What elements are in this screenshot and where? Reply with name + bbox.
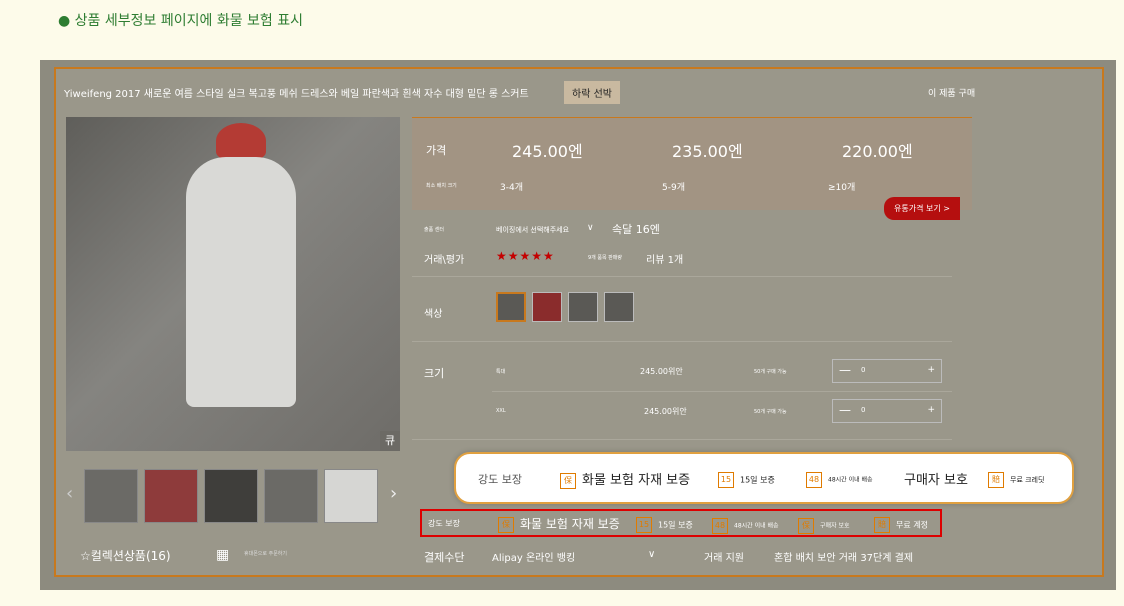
price-tier-3: 220.00엔 (842, 142, 913, 161)
thumbnail-5[interactable] (324, 469, 378, 523)
insurance-badge-icon: 保 (560, 472, 576, 489)
guarantee-48h-delivery[interactable]: 48 48시간 이내 배송 (712, 518, 779, 534)
plus-icon[interactable]: + (927, 365, 935, 375)
price-label: 가격 (426, 144, 447, 157)
callout-buyer-protection: 구매자 보호 (904, 473, 968, 488)
buy-product-link[interactable]: 이 제품 구매 (928, 86, 975, 99)
size-name-2: XXL (496, 408, 506, 414)
guarantee-callout: 강도 보장 保 화물 보험 자재 보증 15 15일 보증 48 48시간 이내 배송… (454, 452, 1074, 504)
size-avail-1: 50개 구매 가능 (754, 369, 787, 375)
quantity-stepper-2[interactable]: — 0 + (832, 399, 942, 423)
guarantee-label: 강도 보장 (428, 519, 460, 528)
thumb-next-arrow-icon[interactable]: › (390, 483, 397, 504)
callout-cargo-insurance: 保 화물 보험 자재 보증 (560, 469, 690, 489)
chevron-down-icon[interactable]: ∨ (587, 223, 594, 233)
color-swatch-2[interactable] (532, 292, 562, 322)
divider (412, 341, 952, 342)
size-price-2: 245.00위안 (644, 407, 687, 416)
shipping-speed: 속달 16엔 (612, 223, 660, 236)
insurance-badge-icon: 保 (498, 516, 514, 533)
callout-label: 강도 보장 (478, 473, 522, 486)
price-panel: 가격 245.00엔 235.00엔 220.00엔 최소 배치 크기 3-4개… (412, 117, 972, 210)
color-label: 색상 (424, 309, 443, 320)
star-rating-icon: ★★★★★ (496, 249, 555, 263)
quantity-stepper-1[interactable]: — 0 + (832, 359, 942, 383)
payment-info: 혼합 배치 보안 거래 37단계 결제 (774, 553, 914, 564)
payment-label: 결제수단 (424, 551, 465, 564)
divider (412, 439, 952, 440)
guarantee-cargo-insurance[interactable]: 保 화물 보험 자재 보증 (498, 515, 620, 533)
quantity-value[interactable]: 0 (861, 366, 865, 374)
min-batch-label: 최소 배치 크기 (426, 183, 457, 189)
rating-label: 거래\평가 (424, 255, 465, 266)
thumbnail-3[interactable] (204, 469, 258, 523)
price-tier-1: 245.00엔 (512, 142, 583, 161)
price-tier-2: 235.00엔 (672, 142, 743, 161)
callout-15-day: 15 15일 보증 (718, 472, 775, 488)
48h-badge-icon: 48 (806, 472, 822, 488)
color-swatches (496, 292, 640, 326)
wholesale-price-button[interactable]: 유통가격 보기 > (884, 197, 960, 220)
48h-badge-icon: 48 (712, 518, 728, 534)
zoom-icon[interactable]: 큐 (380, 431, 400, 451)
page-caption: ● 상품 세부정보 페이지에 화물 보험 표시 (58, 13, 303, 29)
callout-free-credit: 賠 무료 크레딧 (988, 472, 1044, 488)
qty-tier-3: ≥10개 (828, 183, 856, 193)
divider (492, 391, 952, 392)
color-swatch-3[interactable] (568, 292, 598, 322)
guarantee-free-account[interactable]: 賠 무료 계정 (874, 517, 928, 533)
ship-from-select[interactable]: 베이징에서 선택해주세요 (496, 225, 569, 235)
qr-code-icon[interactable]: ▦ (216, 547, 229, 563)
compensation-badge-icon: 賠 (874, 517, 890, 533)
dress-shape (186, 157, 296, 407)
size-name-1: 특대 (496, 369, 506, 375)
guarantee-row-highlighted: 강도 보장 保 화물 보험 자재 보증 15 15일 보증 48 48시간 이내 배송… (420, 509, 942, 537)
hat-shape (216, 123, 266, 159)
collection-link[interactable]: ☆컬렉션상품(16) (80, 547, 171, 564)
divider (412, 276, 952, 277)
reviews-link[interactable]: 리뷰 1개 (646, 251, 683, 266)
minus-icon[interactable]: — (839, 403, 851, 417)
thumb-prev-arrow-icon[interactable]: ‹ (66, 483, 73, 504)
minus-icon[interactable]: — (839, 363, 851, 377)
main-product-image[interactable]: 큐 (66, 117, 400, 451)
qty-tier-2: 5-9개 (662, 183, 685, 193)
15-day-badge-icon: 15 (636, 517, 652, 533)
guarantee-buyer-protection[interactable]: 保 구매자 보호 (798, 518, 850, 534)
sales-count-text: 9개 품목 판매량 (588, 255, 622, 261)
color-swatch-4[interactable] (604, 292, 634, 322)
quantity-value[interactable]: 0 (861, 406, 865, 414)
mobile-order-text: 휴대폰으로 주문하기 (244, 551, 287, 557)
shield-icon: 保 (798, 518, 814, 534)
transaction-support: 거래 지원 (704, 553, 744, 564)
size-avail-2: 50개 구매 가능 (754, 409, 787, 415)
chevron-down-icon[interactable]: ∨ (648, 549, 655, 560)
payment-method-select[interactable]: Alipay 온라인 뱅킹 (492, 549, 575, 564)
thumbnail-1[interactable] (84, 469, 138, 523)
ship-from-label: 출품 센터 (424, 227, 444, 233)
size-label: 크기 (424, 367, 445, 380)
qty-tier-1: 3-4개 (500, 183, 523, 193)
compensation-badge-icon: 賠 (988, 472, 1004, 488)
thumbnail-4[interactable] (264, 469, 318, 523)
15-day-badge-icon: 15 (718, 472, 734, 488)
hot-tag-button[interactable]: 하락 선박 (564, 81, 620, 104)
callout-48h-delivery: 48 48시간 이내 배송 (806, 472, 873, 488)
size-price-1: 245.00위안 (640, 367, 683, 376)
thumbnail-strip (84, 469, 384, 527)
screenshot-frame: Yiweifeng 2017 새로운 여름 스타일 실크 복고풍 메쉬 드레스와… (40, 60, 1116, 590)
thumbnail-2[interactable] (144, 469, 198, 523)
guarantee-15-day[interactable]: 15 15일 보증 (636, 517, 693, 533)
product-title: Yiweifeng 2017 새로운 여름 스타일 실크 복고풍 메쉬 드레스와… (64, 89, 529, 100)
plus-icon[interactable]: + (927, 405, 935, 415)
color-swatch-1[interactable] (496, 292, 526, 322)
